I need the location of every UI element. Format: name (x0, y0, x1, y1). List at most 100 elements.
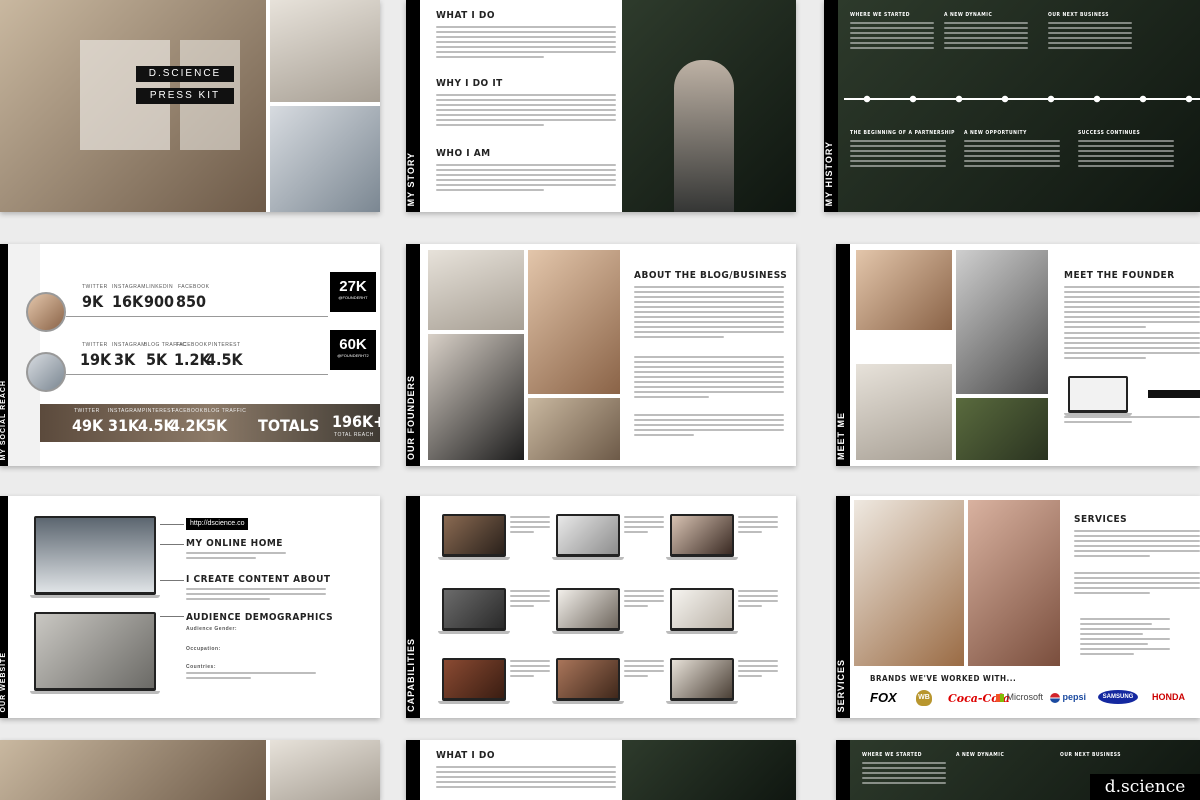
cover-subtitle-box: PRESS KIT (136, 88, 234, 104)
grand-total: 196K+ (332, 412, 380, 431)
capability-laptop (552, 514, 624, 560)
totals-label: TOTALS (258, 416, 320, 435)
sidebar-bar (406, 740, 420, 800)
r2-label-1: TWITTER (82, 342, 108, 348)
r1-value-3: 900 (144, 292, 175, 311)
cover-slide-repeat[interactable] (0, 740, 380, 800)
microsoft-text: Microsoft (1006, 692, 1044, 702)
t-label-3: PINTEREST (142, 408, 175, 414)
history-text (862, 762, 946, 787)
services-photo-2 (968, 500, 1060, 666)
history-text (964, 140, 1060, 170)
r1-label-4: FACEBOOK (178, 284, 210, 290)
history-heading-3: OUR NEXT BUSINESS (1048, 12, 1110, 18)
pepsi-globe-icon (1050, 692, 1060, 703)
sidebar-bar: OUR FOUNDERS (406, 244, 420, 466)
arrow-connector (160, 580, 184, 581)
t-label-2: INSTAGRAM (108, 408, 142, 414)
r1-total: 27K (339, 278, 367, 295)
capability-laptop (552, 588, 624, 634)
body-text (1074, 572, 1200, 597)
capability-text (738, 660, 778, 680)
walkway-photo (428, 250, 524, 330)
r1-total-box: 27K @FOUNDERHT (330, 272, 376, 312)
history-heading-2: A NEW DYNAMIC (956, 752, 1005, 758)
vertical-label: MEET ME (836, 411, 846, 460)
r2-label-5: PINTEREST (208, 342, 241, 348)
r2-value-1: 19K (80, 350, 112, 369)
vertical-label: SERVICES (836, 658, 846, 712)
samsung-logo: SAMSUNG (1098, 690, 1138, 704)
founder-photo-1 (856, 250, 952, 330)
website-slide[interactable]: OUR WEBSITE http://dscience.co MY ONLINE… (0, 496, 380, 718)
arrow-connector (160, 524, 184, 525)
website-heading-3: AUDIENCE DEMOGRAPHICS (186, 612, 334, 623)
avatar-2 (26, 352, 66, 392)
history-slide[interactable]: MY HISTORY WHERE WE STARTED A NEW DYNAMI… (824, 0, 1200, 212)
sidebar-bar: OUR WEBSITE (0, 496, 8, 718)
capability-text (510, 660, 550, 680)
story-slide[interactable]: MY STORY WHAT I DO WHY I DO IT WHO I AM (406, 0, 796, 212)
vertical-label: MY STORY (406, 151, 416, 206)
body-text (186, 672, 316, 682)
cover-title-box: D.SCIENCE (136, 66, 234, 82)
laptop-mockup (1064, 376, 1132, 416)
capability-text (738, 590, 778, 610)
body-text (436, 766, 616, 791)
history-text (850, 140, 946, 170)
body-text (186, 588, 326, 603)
honda-logo: HONDA (1152, 692, 1185, 702)
meet-me-slide[interactable]: MEET ME MEET THE FOUNDER (836, 244, 1200, 466)
website-heading-2: I CREATE CONTENT ABOUT (186, 574, 331, 585)
sidebar-bar: CAPABILITIES (406, 496, 420, 718)
wb-logo: WB (916, 690, 932, 706)
field-occupation: Occupation: (186, 646, 221, 652)
r2-value-5: 4.5K (206, 350, 243, 369)
slide-grid: D.SCIENCE PRESS KIT MY STORY WHAT I DO W… (0, 0, 1200, 800)
laptop-mockup (30, 612, 160, 694)
watermark-logo: d.science (1090, 774, 1200, 800)
history-heading-6: SUCCESS CONTINUES (1078, 130, 1141, 136)
t-value-5: 5K (206, 416, 228, 435)
field-countries: Countries: (186, 664, 216, 670)
sidebar-bar: MY HISTORY (824, 0, 838, 212)
t-value-2: 31K (108, 416, 140, 435)
story-slide-repeat[interactable]: WHAT I DO (406, 740, 796, 800)
url-badge[interactable]: http://dscience.co (186, 518, 249, 530)
t-label-4: FACEBOOK (172, 408, 204, 414)
arrow-connector (160, 616, 184, 617)
cover-slide[interactable]: D.SCIENCE PRESS KIT (0, 0, 380, 212)
body-text (1064, 332, 1200, 362)
r2-value-2: 3K (114, 350, 136, 369)
r2-label-2: INSTAGRAM (112, 342, 146, 348)
history-heading-3: OUR NEXT BUSINESS (1060, 752, 1122, 758)
vertical-label: OUR FOUNDERS (406, 374, 416, 460)
sidebar-bar: MEET ME (836, 244, 850, 466)
t-label-1: TWITTER (74, 408, 100, 414)
history-text (1048, 22, 1132, 52)
avatar-1 (26, 292, 66, 332)
founders-heading: ABOUT THE BLOG/BUSINESS (634, 270, 788, 281)
brands-heading: BRANDS WE'VE WORKED WITH... (870, 674, 1017, 683)
black-dress-photo (428, 334, 524, 460)
founders-slide[interactable]: OUR FOUNDERS ABOUT THE BLOG/BUSINESS (406, 244, 796, 466)
vertical-label: OUR WEBSITE (0, 651, 7, 712)
founder-photo-2 (956, 250, 1048, 394)
grand-total-caption: TOTAL REACH (334, 432, 374, 438)
r1-label-3: LINKEDIN (146, 284, 174, 290)
services-slide[interactable]: SERVICES SERVICES BRANDS WE'VE WORKED WI… (836, 496, 1200, 718)
r1-value-4: 850 (176, 292, 207, 311)
founder-photo-3 (856, 364, 952, 460)
capability-laptop (666, 658, 738, 704)
social-reach-slide[interactable]: MY SOCIAL REACH TWITTER INSTAGRAM LINKED… (0, 244, 380, 466)
capability-laptop (438, 588, 510, 634)
beach-photo (270, 0, 380, 102)
services-photo-1 (854, 500, 964, 666)
r1-value-1: 9K (82, 292, 104, 311)
website-heading-1: MY ONLINE HOME (186, 538, 283, 549)
capabilities-slide[interactable]: CAPABILITIES (406, 496, 796, 718)
history-heading-4: THE BEGINNING OF A PARTNERSHIP (850, 130, 955, 136)
vertical-label: CAPABILITIES (406, 638, 416, 712)
capability-laptop (552, 658, 624, 704)
history-heading-2: A NEW DYNAMIC (944, 12, 993, 18)
